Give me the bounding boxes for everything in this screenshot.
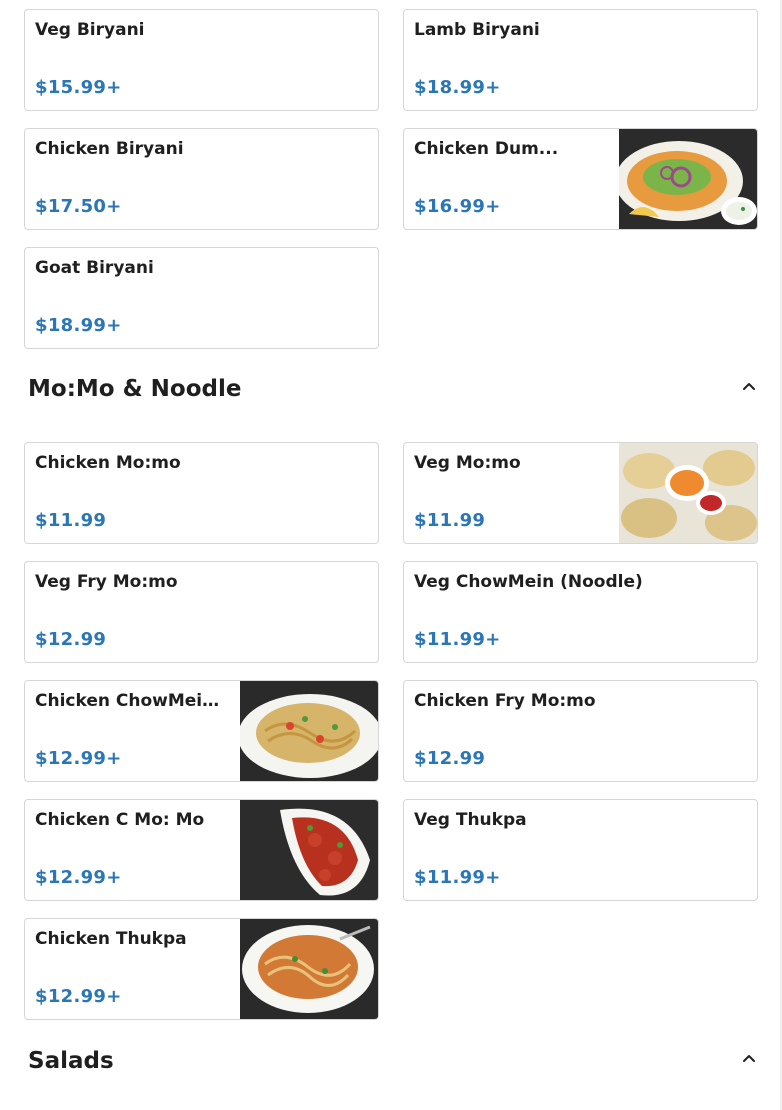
menu-item-card[interactable]: Chicken ChowMein... $12.99+ (24, 680, 379, 782)
item-price: $12.99 (35, 629, 107, 650)
item-name: Veg Fry Mo:mo (35, 572, 178, 592)
food-photo (240, 919, 378, 1019)
food-photo (619, 129, 757, 229)
item-name: Chicken Thukpa (35, 929, 187, 949)
menu-item-card[interactable]: Chicken Mo:mo $11.99 (24, 442, 379, 544)
menu-item-card[interactable]: Veg Biryani $15.99+ (24, 9, 379, 111)
item-name: Lamb Biryani (414, 20, 540, 40)
biryani-grid: Veg Biryani $15.99+ Lamb Biryani $18.99+… (24, 9, 758, 349)
section-title: Salads (28, 1048, 114, 1074)
item-price: $11.99+ (414, 629, 501, 650)
item-name: Chicken Mo:mo (35, 453, 181, 473)
item-price: $17.50+ (35, 196, 122, 217)
menu-item-card[interactable]: Veg Mo:mo $11.99 (403, 442, 758, 544)
item-name: Chicken Dum... (414, 139, 559, 159)
item-name: Veg Biryani (35, 20, 145, 40)
chevron-up-icon[interactable] (740, 1050, 758, 1068)
item-price: $18.99+ (414, 77, 501, 98)
food-photo (619, 443, 757, 543)
food-photo (240, 681, 378, 781)
menu-item-card[interactable]: Veg ChowMein (Noodle) $11.99+ (403, 561, 758, 663)
item-name: Chicken Fry Mo:mo (414, 691, 596, 711)
menu-item-card[interactable]: Veg Fry Mo:mo $12.99 (24, 561, 379, 663)
section-title: Mo:Mo & Noodle (28, 376, 242, 402)
section-header-salads: Salads (28, 1048, 762, 1088)
item-name: Chicken ChowMein... (35, 691, 231, 711)
item-price: $11.99 (414, 510, 486, 531)
item-price: $16.99+ (414, 196, 501, 217)
chevron-up-icon[interactable] (740, 378, 758, 396)
menu-item-card[interactable]: Chicken Thukpa $12.99+ (24, 918, 379, 1020)
item-name: Chicken Biryani (35, 139, 184, 159)
item-price: $12.99 (414, 748, 486, 769)
item-name: Veg ChowMein (Noodle) (414, 572, 643, 592)
item-price: $11.99+ (414, 867, 501, 888)
item-price: $12.99+ (35, 986, 122, 1007)
item-price: $12.99+ (35, 867, 122, 888)
menu-item-card[interactable]: Chicken Biryani $17.50+ (24, 128, 379, 230)
item-name: Veg Thukpa (414, 810, 527, 830)
food-photo (240, 800, 378, 900)
menu-item-card[interactable]: Goat Biryani $18.99+ (24, 247, 379, 349)
menu-item-card[interactable]: Lamb Biryani $18.99+ (403, 9, 758, 111)
item-name: Goat Biryani (35, 258, 154, 278)
item-name: Chicken C Mo: Mo (35, 810, 205, 830)
item-price: $11.99 (35, 510, 107, 531)
section-header-momo-noodle: Mo:Mo & Noodle (28, 376, 762, 416)
menu-item-card[interactable]: Veg Thukpa $11.99+ (403, 799, 758, 901)
item-price: $18.99+ (35, 315, 122, 336)
menu-item-card[interactable]: Chicken C Mo: Mo $12.99+ (24, 799, 379, 901)
momo-noodle-grid: Chicken Mo:mo $11.99 Veg Mo:mo $11.99 Ve… (24, 442, 758, 1020)
menu-item-card[interactable]: Chicken Fry Mo:mo $12.99 (403, 680, 758, 782)
item-price: $12.99+ (35, 748, 122, 769)
item-name: Veg Mo:mo (414, 453, 521, 473)
item-price: $15.99+ (35, 77, 122, 98)
menu-item-card[interactable]: Chicken Dum... $16.99+ (403, 128, 758, 230)
